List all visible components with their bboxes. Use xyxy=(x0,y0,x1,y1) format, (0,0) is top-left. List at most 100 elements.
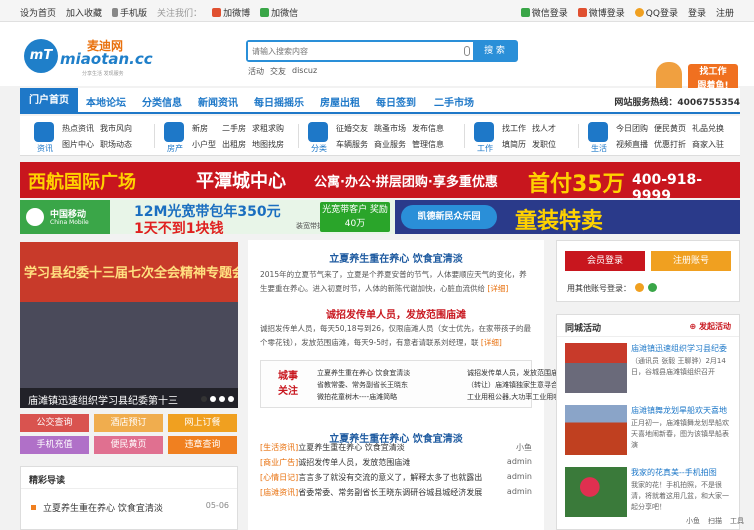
bottom-tool[interactable]: 小鱼 xyxy=(686,516,700,525)
category-link[interactable]: 商家入驻 xyxy=(692,139,724,150)
microphone-icon[interactable] xyxy=(464,46,470,56)
category-link[interactable]: 职场动态 xyxy=(100,139,132,150)
nav-daily-shake[interactable]: 每日摇摇乐 xyxy=(254,94,304,109)
set-homepage-link[interactable]: 设为首页 xyxy=(20,6,56,19)
order-food-button[interactable]: 网上订餐 xyxy=(168,414,237,432)
nav-house-rental[interactable]: 房屋出租 xyxy=(320,94,360,109)
bottom-tool[interactable]: 扫描 xyxy=(708,516,722,525)
classified-icon[interactable] xyxy=(308,122,328,142)
violation-query-button[interactable]: 违章查询 xyxy=(168,436,237,454)
category-label[interactable]: 资讯 xyxy=(30,143,60,154)
yellow-pages-button[interactable]: 便民黄页 xyxy=(94,436,163,454)
nav-news[interactable]: 新闻资讯 xyxy=(198,94,238,109)
category-link[interactable]: 热点资讯 xyxy=(62,123,94,134)
mobile-version-link[interactable]: 手机版 xyxy=(112,6,147,19)
category-link[interactable]: 地图找房 xyxy=(252,139,284,150)
slider-dot[interactable] xyxy=(219,396,225,402)
category-link[interactable]: 我市风向 xyxy=(100,123,132,134)
city-focus-link[interactable]: 立夏养生重在养心 饮食宜清淡 xyxy=(317,367,467,379)
qq-login-link[interactable]: QQ登录 xyxy=(634,6,678,19)
nav-local-forum[interactable]: 本地论坛 xyxy=(86,94,126,109)
hot-word[interactable]: discuz xyxy=(292,66,317,77)
city-focus-link[interactable]: 省教常委、常务副省长王晓东 xyxy=(317,379,467,391)
category-link[interactable]: 图片中心 xyxy=(62,139,94,150)
hotel-booking-button[interactable]: 酒店预订 xyxy=(94,414,163,432)
kaide-mall-ad[interactable]: 凯德新民众乐园 童装特卖 xyxy=(395,200,740,234)
category-link[interactable]: 新房 xyxy=(192,123,216,134)
wechat-follow-link[interactable]: 加微信 xyxy=(260,6,298,19)
register-account-button[interactable]: 注册账号 xyxy=(651,251,731,271)
category-link[interactable]: 跳蚤市场 xyxy=(374,123,406,134)
nav-daily-checkin[interactable]: 每日签到 xyxy=(376,94,416,109)
category-link[interactable]: 车辆服务 xyxy=(336,139,368,150)
category-label[interactable]: 生活 xyxy=(584,143,614,154)
category-link[interactable]: 求租求购 xyxy=(252,123,284,134)
category-link[interactable]: 出租房 xyxy=(222,139,246,150)
search-input[interactable] xyxy=(248,42,448,60)
list-item-category: [心情日记] xyxy=(260,473,299,482)
life-icon[interactable] xyxy=(588,122,608,142)
china-mobile-ad[interactable]: 中国移动 China Mobile xyxy=(20,200,110,234)
activity-item[interactable]: 庙滩镇舞龙划旱船欢天喜地 正月初一，庙滩镇舞龙划旱船欢天喜地闹新春，图为该镇旱船… xyxy=(565,405,733,455)
real-estate-banner[interactable]: 西航国际广场 平潭城中心 公寓·办公·拼层团购·享多重优惠 首付35万 400-… xyxy=(20,162,740,198)
category-link[interactable]: 二手房 xyxy=(222,123,246,134)
list-item[interactable]: [心情日记]言言多了就没有交流的意义了，解释太多了也就露出 admin xyxy=(260,472,532,487)
member-login-button[interactable]: 会员登录 xyxy=(565,251,645,271)
post-activity-link[interactable]: ⊕ 发起活动 xyxy=(690,321,732,332)
list-item[interactable]: [庙滩资讯]省委常委、常务副省长王晓东调研谷城县城经济发展 admin xyxy=(260,487,532,502)
bottom-tool[interactable]: 工具 xyxy=(730,516,744,525)
site-logo[interactable]: mT 麦迪网 miaotan.cc 分享生活 发现服务 xyxy=(24,37,153,77)
list-item[interactable]: [生活资讯]立夏养生重在养心 饮食宜清淡 小鱼 xyxy=(260,442,532,457)
category-link[interactable]: 视频直播 xyxy=(616,139,648,150)
briefcase-icon[interactable] xyxy=(474,122,494,142)
second-article-more-link[interactable]: [详细] xyxy=(481,338,502,347)
bus-query-button[interactable]: 公交查询 xyxy=(20,414,89,432)
broadband-ad[interactable]: 12M光宽带包年350元 1天不到1块钱 装宽带拨打10086 光宽带客户 奖励… xyxy=(110,200,395,234)
login-link[interactable]: 登录 xyxy=(688,6,706,19)
slider-dot[interactable] xyxy=(228,396,234,402)
category-link[interactable]: 找工作 xyxy=(502,123,526,134)
nav-second-hand[interactable]: 二手市场 xyxy=(434,94,474,109)
category-link[interactable]: 便民黄页 xyxy=(654,123,686,134)
nav-portal-home[interactable]: 门户首页 xyxy=(20,88,78,114)
category-link[interactable]: 发布信息 xyxy=(412,123,444,134)
news-icon[interactable] xyxy=(34,122,54,142)
nav-classifieds[interactable]: 分类信息 xyxy=(142,94,182,109)
category-link[interactable]: 征婚交友 xyxy=(336,123,368,134)
register-link[interactable]: 注册 xyxy=(716,6,734,19)
city-focus-link[interactable]: 微拍花童树木----庙滩简略 xyxy=(317,391,467,403)
guide-item[interactable]: 立夏养生重在养心 饮食宜清淡 05-06 xyxy=(21,497,237,515)
activity-item[interactable]: 我家的花真美--手机拍图 我家的花！手机拍照，不是很清，将就着这用几盆，和大家一… xyxy=(565,467,733,517)
category-link[interactable]: 小户型 xyxy=(192,139,216,150)
slider-dot[interactable] xyxy=(201,396,207,402)
hot-word[interactable]: 交友 xyxy=(270,66,286,77)
category-link[interactable]: 今日团购 xyxy=(616,123,648,134)
search-button[interactable]: 搜 索 xyxy=(473,42,516,60)
category-link[interactable]: 找人才 xyxy=(532,123,556,134)
slider-dot[interactable] xyxy=(210,396,216,402)
photo-slider[interactable]: 学习县纪委十三届七次全会精神专题会 庙滩镇迅速组织学习县纪委第十三 xyxy=(20,242,238,408)
qq-icon[interactable] xyxy=(635,283,644,292)
headline-more-link[interactable]: [详细] xyxy=(487,284,508,293)
add-favorite-link[interactable]: 加入收藏 xyxy=(66,6,102,19)
phone-recharge-button[interactable]: 手机充值 xyxy=(20,436,89,454)
category-label[interactable]: 分类 xyxy=(304,143,334,154)
hot-word[interactable]: 活动 xyxy=(248,66,264,77)
category-link[interactable]: 填简历 xyxy=(502,139,526,150)
category-link[interactable]: 优惠打折 xyxy=(654,139,686,150)
category-link[interactable]: 商业服务 xyxy=(374,139,406,150)
headline-title[interactable]: 立夏养生重在养心 饮食宜清淡 xyxy=(248,250,544,265)
wechat-icon[interactable] xyxy=(648,283,657,292)
category-label[interactable]: 房产 xyxy=(160,143,190,154)
activity-item[interactable]: 庙滩镇迅速组织学习县纪委 （通讯员 张毅 王聊骅）2月14日，谷城县庙滩镇组织召… xyxy=(565,343,733,393)
weibo-follow-link[interactable]: 加微博 xyxy=(212,6,250,19)
list-item[interactable]: [商业广告]诚招发传单人员，发放范围庙滩 admin xyxy=(260,457,532,472)
category-link[interactable]: 发职位 xyxy=(532,139,556,150)
second-article-title[interactable]: 诚招发传单人员，发放范围庙滩 xyxy=(248,306,544,321)
category-label[interactable]: 工作 xyxy=(470,143,500,154)
wechat-login-link[interactable]: 微信登录 xyxy=(520,6,568,19)
weibo-login-link[interactable]: 微博登录 xyxy=(577,6,625,19)
house-icon[interactable] xyxy=(164,122,184,142)
category-link[interactable]: 礼品兑换 xyxy=(692,123,724,134)
category-link[interactable]: 管理信息 xyxy=(412,139,444,150)
